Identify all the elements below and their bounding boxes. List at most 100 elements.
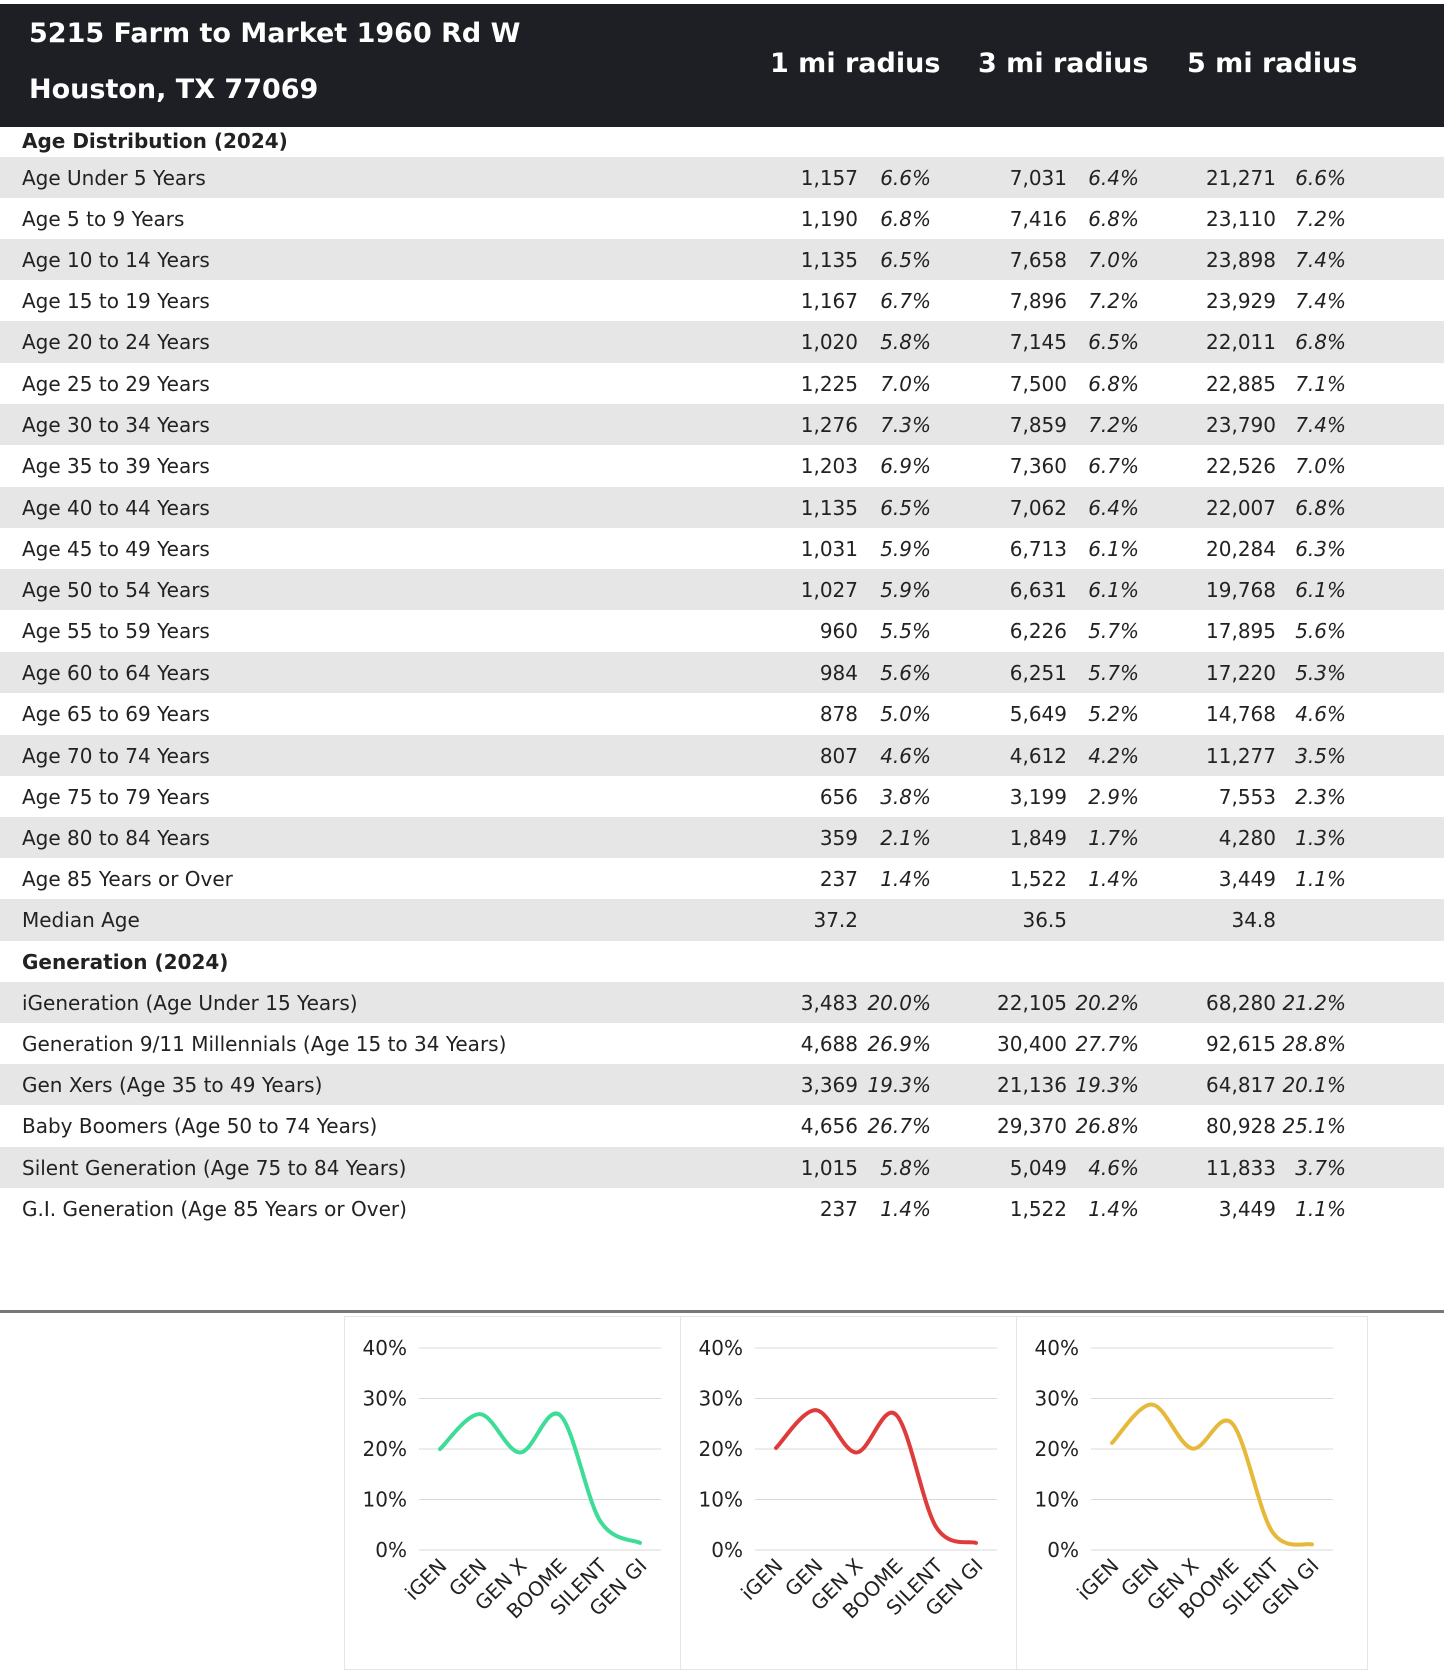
row-percent: 20.0% bbox=[867, 990, 931, 1015]
row-label: Age 80 to 84 Years bbox=[22, 825, 210, 850]
column-header-1mi: 1 mi radius bbox=[770, 48, 941, 79]
row-percent: 27.7% bbox=[1075, 1031, 1139, 1056]
row-count: 5,649 bbox=[1009, 702, 1067, 726]
series-line bbox=[438, 1411, 642, 1545]
table-row: Generation 9/11 Millennials (Age 15 to 3… bbox=[0, 1023, 1444, 1064]
row-percent: 28.8% bbox=[1282, 1031, 1346, 1056]
section-title: Age Distribution (2024) bbox=[22, 129, 288, 153]
section-title: Generation (2024) bbox=[22, 949, 229, 974]
row-count: 7,031 bbox=[1009, 165, 1067, 190]
row-percent: 6.4% bbox=[1088, 495, 1139, 520]
row-percent: 5.8% bbox=[880, 330, 931, 354]
row-percent: 6.5% bbox=[880, 495, 931, 520]
row-count: 21,271 bbox=[1206, 165, 1276, 190]
row-count: 29,370 bbox=[997, 1114, 1067, 1138]
table-row: Age 40 to 44 Years 1,135 6.5% 7,062 6.4% 22,0… bbox=[0, 487, 1444, 528]
table-row: Age 55 to 59 Years 960 5.5% 6,226 5.7% 17,895… bbox=[0, 610, 1444, 652]
table-row: Age Under 5 Years 1,157 6.6% 7,031 6.4% 21,27… bbox=[0, 157, 1444, 198]
row-count: 3,369 bbox=[800, 1072, 858, 1097]
row-count: 1,027 bbox=[800, 577, 858, 602]
row-count: 34.8 bbox=[1231, 908, 1276, 932]
table-row: Age 45 to 49 Years 1,031 5.9% 6,713 6.1% 20,2… bbox=[0, 528, 1444, 569]
row-percent: 7.2% bbox=[1295, 206, 1346, 231]
y-tick-label: 30% bbox=[1035, 1387, 1079, 1411]
row-label: Silent Generation (Age 75 to 84 Years) bbox=[22, 1155, 407, 1180]
row-count: 6,251 bbox=[1009, 660, 1067, 685]
row-label: Age 60 to 64 Years bbox=[22, 660, 210, 685]
table-row: Age 5 to 9 Years 1,190 6.8% 7,416 6.8% 23,110… bbox=[0, 198, 1444, 239]
row-count: 4,280 bbox=[1218, 825, 1276, 850]
row-label: Baby Boomers (Age 50 to 74 Years) bbox=[22, 1114, 378, 1138]
table-row: Age 10 to 14 Years 1,135 6.5% 7,658 7.0% 23,8… bbox=[0, 239, 1444, 280]
row-label: G.I. Generation (Age 85 Years or Over) bbox=[22, 1197, 407, 1221]
row-count: 22,885 bbox=[1206, 371, 1276, 396]
data-point bbox=[1230, 1421, 1234, 1425]
row-label: iGeneration (Age Under 15 Years) bbox=[22, 990, 358, 1015]
row-count: 7,416 bbox=[1009, 206, 1067, 231]
row-count: 11,277 bbox=[1206, 743, 1276, 768]
row-percent: 1.1% bbox=[1295, 1197, 1346, 1221]
series-line bbox=[774, 1408, 978, 1545]
row-percent: 5.5% bbox=[880, 619, 931, 643]
column-header-5mi: 5 mi radius bbox=[1187, 48, 1358, 79]
row-count: 1,157 bbox=[800, 165, 858, 190]
row-count: 30,400 bbox=[997, 1031, 1067, 1056]
row-percent: 5.7% bbox=[1088, 660, 1139, 685]
table-row: iGeneration (Age Under 15 Years) 3,483 20.… bbox=[0, 982, 1444, 1023]
row-count: 1,135 bbox=[800, 495, 858, 520]
row-percent: 7.0% bbox=[1088, 247, 1139, 272]
y-tick-label: 0% bbox=[1047, 1538, 1079, 1562]
y-tick-label: 0% bbox=[375, 1538, 407, 1562]
y-tick-label: 40% bbox=[699, 1336, 743, 1360]
table-row: Age 30 to 34 Years 1,276 7.3% 7,859 7.2% 23,7… bbox=[0, 404, 1444, 445]
y-tick-label: 20% bbox=[699, 1437, 743, 1461]
row-count: 6,713 bbox=[1009, 536, 1067, 561]
table-row: Age 80 to 84 Years 359 2.1% 1,849 1.7% 4,280 1… bbox=[0, 817, 1444, 858]
row-label: Median Age bbox=[22, 908, 140, 932]
y-tick-label: 10% bbox=[699, 1488, 743, 1512]
row-label: Age 40 to 44 Years bbox=[22, 495, 210, 520]
row-percent: 26.9% bbox=[867, 1031, 931, 1056]
table-row: Age 35 to 39 Years 1,203 6.9% 7,360 6.7% 22,5… bbox=[0, 445, 1444, 487]
row-count: 3,199 bbox=[1009, 784, 1067, 809]
row-count: 1,015 bbox=[800, 1155, 858, 1180]
table-row: G.I. Generation (Age 85 Years or Over) 23… bbox=[0, 1188, 1444, 1230]
row-count: 11,833 bbox=[1206, 1155, 1276, 1180]
row-percent: 6.8% bbox=[880, 206, 931, 231]
row-count: 1,522 bbox=[1009, 1197, 1067, 1221]
column-header-3mi: 3 mi radius bbox=[978, 48, 1149, 79]
row-count: 359 bbox=[819, 825, 858, 850]
row-percent: 5.0% bbox=[880, 702, 931, 726]
table-row: Age 50 to 54 Years 1,027 5.9% 6,631 6.1% 19,7… bbox=[0, 569, 1444, 610]
data-point bbox=[1310, 1542, 1314, 1546]
data-point bbox=[1150, 1403, 1154, 1407]
y-tick-label: 0% bbox=[711, 1538, 743, 1562]
section-header: Age Distribution (2024) bbox=[0, 125, 1444, 157]
row-percent: 6.7% bbox=[880, 288, 931, 313]
row-count: 7,500 bbox=[1009, 371, 1067, 396]
address-line-2: Houston, TX 77069 bbox=[29, 74, 319, 105]
row-percent: 6.9% bbox=[880, 454, 931, 478]
row-count: 1,190 bbox=[800, 206, 858, 231]
row-count: 23,790 bbox=[1206, 412, 1276, 437]
data-point bbox=[478, 1412, 482, 1416]
row-percent: 1.4% bbox=[1088, 866, 1139, 891]
row-count: 6,631 bbox=[1009, 577, 1067, 602]
row-percent: 5.6% bbox=[1295, 619, 1346, 643]
address-line-1: 5215 Farm to Market 1960 Rd W bbox=[29, 18, 521, 49]
series-line bbox=[1110, 1402, 1314, 1547]
row-count: 21,136 bbox=[997, 1072, 1067, 1097]
data-point bbox=[1190, 1446, 1194, 1450]
row-percent: 1.4% bbox=[1088, 1197, 1139, 1221]
row-percent: 4.6% bbox=[1295, 702, 1346, 726]
row-count: 80,928 bbox=[1206, 1114, 1276, 1138]
row-percent: 5.3% bbox=[1295, 660, 1346, 685]
row-percent: 6.6% bbox=[1295, 165, 1346, 190]
row-count: 1,225 bbox=[800, 371, 858, 396]
data-point bbox=[518, 1451, 522, 1455]
row-label: Age 5 to 9 Years bbox=[22, 206, 185, 231]
row-count: 656 bbox=[819, 784, 858, 809]
data-point bbox=[598, 1519, 602, 1523]
row-count: 1,849 bbox=[1009, 825, 1067, 850]
row-count: 1,031 bbox=[800, 536, 858, 561]
